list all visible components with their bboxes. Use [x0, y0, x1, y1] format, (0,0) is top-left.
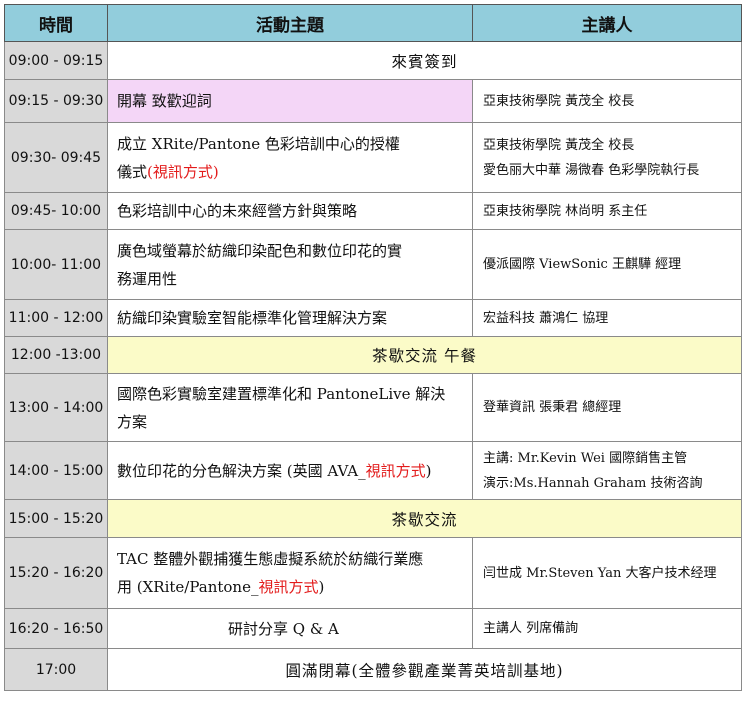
- topic-text: 開幕 致歡迎詞: [117, 92, 212, 110]
- topic-text: 紡織印染實驗室智能標準化管理解決方案: [117, 309, 388, 327]
- time-cell: 12:00 -13:00: [4, 336, 108, 374]
- topic-line: 方案: [117, 412, 148, 431]
- table-row: 13:00 - 14:00 國際色彩實驗室建置標準化和 PantoneLive …: [4, 373, 742, 442]
- table-row: 11:00 - 12:00 紡織印染實驗室智能標準化管理解決方案 宏益科技 蕭鴻…: [4, 299, 742, 337]
- time-cell: 13:00 - 14:00: [4, 373, 108, 442]
- header-row: 時間 活動主題 主講人: [4, 4, 742, 42]
- header-speaker: 主講人: [472, 4, 742, 42]
- speaker-text: 宏益科技 蕭鴻仁 協理: [483, 310, 609, 326]
- speaker-cell: 闫世成 Mr.Steven Yan 大客户技术经理: [472, 537, 742, 609]
- speaker-line: 亞東技術學院 黃茂全 校長: [483, 137, 635, 153]
- table-row: 10:00- 11:00 廣色域螢幕於紡織印染配色和數位印花的實 務運用性 優派國…: [4, 229, 742, 300]
- topic-cell: 數位印花的分色解決方案 (英國 AVA_視訊方式): [107, 441, 473, 500]
- header-topic: 活動主題: [107, 4, 473, 42]
- time-cell: 17:00: [4, 648, 108, 691]
- topic-line: 成立 XRite/Pantone 色彩培訓中心的授權: [117, 134, 400, 153]
- table-row: 14:00 - 15:00 數位印花的分色解決方案 (英國 AVA_視訊方式) …: [4, 441, 742, 500]
- merged-cell: 來賓簽到: [107, 41, 742, 80]
- topic-remote-note: 視訊方式: [365, 461, 426, 480]
- speaker-text: 登華資訊 張秉君 總經理: [483, 400, 622, 415]
- topic-line: TAC 整體外觀捕獲生態虛擬系統於紡織行業應: [117, 550, 424, 568]
- time-cell: 09:15 - 09:30: [4, 79, 108, 123]
- time-cell: 09:00 - 09:15: [4, 41, 108, 80]
- topic-line: 廣色域螢幕於紡織印染配色和數位印花的實: [117, 241, 403, 260]
- topic-text: 色彩培訓中心的未來經營方針與策略: [117, 202, 358, 220]
- speaker-cell: 亞東技術學院 林尚明 系主任: [472, 192, 742, 230]
- speaker-cell: 優派國際 ViewSonic 王麒驊 經理: [472, 229, 742, 300]
- table-row: 09:15 - 09:30 開幕 致歡迎詞 亞東技術學院 黃茂全 校長: [4, 79, 742, 123]
- speaker-cell: 亞東技術學院 黃茂全 校長: [472, 79, 742, 123]
- topic-line: 儀式: [117, 162, 148, 181]
- time-cell: 10:00- 11:00: [4, 229, 108, 300]
- merged-cell: 茶歇交流 午餐: [107, 336, 742, 374]
- topic-text: 研討分享 Q & A: [228, 619, 339, 638]
- topic-text: 數位印花的分色解決方案 (英國 AVA_: [117, 461, 366, 480]
- table-row: 09:45- 10:00 色彩培訓中心的未來經營方針與策略 亞東技術學院 林尚明…: [4, 192, 742, 230]
- speaker-line: 主講: Mr.Kevin Wei 國際銷售主管: [483, 450, 688, 466]
- speaker-cell: 登華資訊 張秉君 總經理: [472, 373, 742, 442]
- table-row: 09:00 - 09:15 來賓簽到: [4, 41, 742, 80]
- topic-cell: 研討分享 Q & A: [107, 608, 473, 649]
- topic-text-tail: ): [318, 578, 325, 596]
- topic-cell: 紡織印染實驗室智能標準化管理解決方案: [107, 299, 473, 337]
- topic-cell: 色彩培訓中心的未來經營方針與策略: [107, 192, 473, 230]
- speaker-text: 亞東技術學院 黃茂全 校長: [483, 93, 635, 109]
- merged-cell: 圓滿閉幕(全體參觀產業菁英培訓基地): [107, 648, 742, 691]
- table-row: 16:20 - 16:50 研討分享 Q & A 主講人 列席備詢: [4, 608, 742, 649]
- topic-cell: 開幕 致歡迎詞: [107, 79, 473, 123]
- topic-line: 國際色彩實驗室建置標準化和 PantoneLive 解決: [117, 384, 446, 403]
- speaker-text: 亞東技術學院 林尚明 系主任: [483, 203, 648, 219]
- speaker-text: 主講人 列席備詢: [483, 621, 579, 636]
- time-cell: 11:00 - 12:00: [4, 299, 108, 337]
- time-cell: 15:00 - 15:20: [4, 499, 108, 538]
- topic-remote-note: (視訊方式): [147, 162, 219, 181]
- time-cell: 09:45- 10:00: [4, 192, 108, 230]
- time-cell: 09:30- 09:45: [4, 122, 108, 193]
- table-row: 15:20 - 16:20 TAC 整體外觀捕獲生態虛擬系統於紡織行業應用 (X…: [4, 537, 742, 609]
- table-row: 15:00 - 15:20 茶歇交流: [4, 499, 742, 538]
- time-cell: 16:20 - 16:50: [4, 608, 108, 649]
- speaker-cell: 主講人 列席備詢: [472, 608, 742, 649]
- speaker-cell: 亞東技術學院 黃茂全 校長愛色丽大中華 湯微春 色彩學院執行長: [472, 122, 742, 193]
- topic-cell: 成立 XRite/Pantone 色彩培訓中心的授權 儀式(視訊方式): [107, 122, 473, 193]
- speaker-text: 闫世成 Mr.Steven Yan 大客户技术经理: [483, 565, 717, 581]
- speaker-cell: 主講: Mr.Kevin Wei 國際銷售主管 演示:Ms.Hannah Grah…: [472, 441, 742, 500]
- topic-remote-note: 視訊方式: [258, 578, 319, 596]
- time-cell: 15:20 - 16:20: [4, 537, 108, 609]
- merged-cell: 茶歇交流: [107, 499, 742, 538]
- topic-line: 務運用性: [117, 269, 178, 288]
- time-cell: 14:00 - 15:00: [4, 441, 108, 500]
- speaker-line: 演示:Ms.Hannah Graham 技術咨詢: [483, 475, 703, 491]
- topic-line: 用 (XRite/Pantone_: [117, 578, 259, 596]
- speaker-text: 優派國際 ViewSonic 王麒驊 經理: [483, 257, 682, 272]
- table-row: 09:30- 09:45 成立 XRite/Pantone 色彩培訓中心的授權儀…: [4, 122, 742, 193]
- speaker-cell: 宏益科技 蕭鴻仁 協理: [472, 299, 742, 337]
- header-time: 時間: [4, 4, 108, 42]
- table-row: 17:00 圓滿閉幕(全體參觀產業菁英培訓基地): [4, 648, 742, 691]
- topic-text-tail: ): [425, 461, 432, 480]
- topic-cell: 廣色域螢幕於紡織印染配色和數位印花的實 務運用性: [107, 229, 473, 300]
- speaker-line: 愛色丽大中華 湯微春 色彩學院執行長: [483, 162, 700, 178]
- table-row: 12:00 -13:00 茶歇交流 午餐: [4, 336, 742, 374]
- agenda-table: 時間 活動主題 主講人 09:00 - 09:15 來賓簽到 09:15 - 0…: [4, 4, 742, 691]
- topic-cell: 國際色彩實驗室建置標準化和 PantoneLive 解決 方案: [107, 373, 473, 442]
- topic-cell: TAC 整體外觀捕獲生態虛擬系統於紡織行業應用 (XRite/Pantone_視…: [107, 537, 473, 609]
